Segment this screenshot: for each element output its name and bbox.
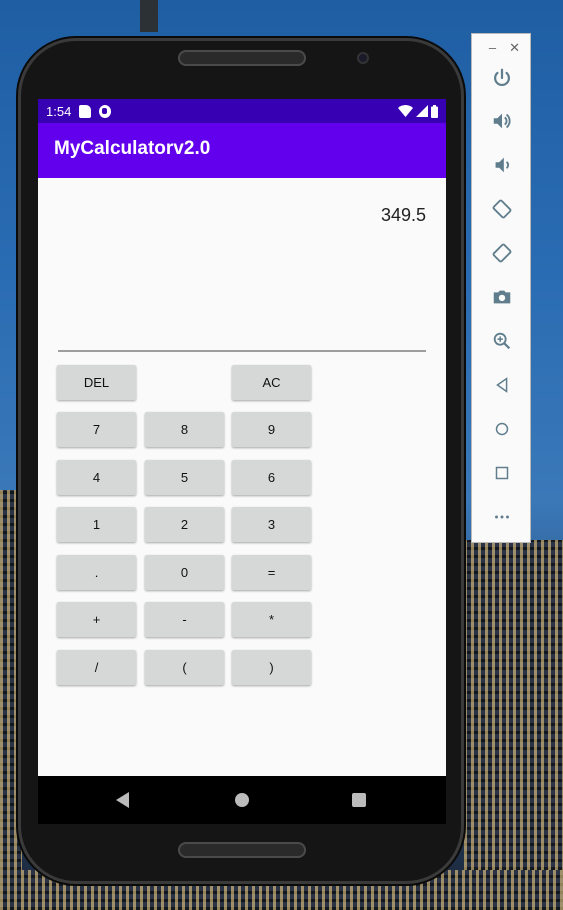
plus-button[interactable]: +: [57, 602, 136, 637]
sd-card-icon: [79, 104, 92, 118]
digit-6-button[interactable]: 6: [232, 460, 311, 495]
close-paren-button[interactable]: ): [232, 650, 311, 685]
power-icon[interactable]: [490, 66, 514, 90]
home-icon[interactable]: [490, 417, 514, 441]
minus-button[interactable]: -: [145, 602, 224, 637]
zoom-icon[interactable]: [490, 329, 514, 353]
digit-7-button[interactable]: 7: [57, 412, 136, 447]
digit-2-button[interactable]: 2: [145, 507, 224, 542]
camera-icon[interactable]: [490, 285, 514, 309]
digit-5-button[interactable]: 5: [145, 460, 224, 495]
status-time: 1:54: [46, 103, 72, 119]
overview-icon[interactable]: [490, 461, 514, 485]
status-bar: 1:54: [38, 99, 446, 123]
battery-icon: [431, 104, 438, 118]
nav-home-icon[interactable]: [235, 793, 249, 807]
del-button[interactable]: DEL: [57, 365, 136, 400]
phone-camera: [357, 52, 369, 64]
background-tower-spire: [140, 0, 158, 32]
app-bar: MyCalculatorv2.0: [38, 123, 446, 178]
nav-back-icon[interactable]: [116, 792, 129, 808]
toolbar-window-controls: – ✕: [489, 40, 520, 56]
navigation-bar: [38, 776, 446, 824]
nav-overview-icon[interactable]: [352, 793, 366, 807]
multiply-button[interactable]: *: [232, 602, 311, 637]
digit-1-button[interactable]: 1: [57, 507, 136, 542]
phone-speaker-bottom: [178, 842, 306, 858]
divide-button[interactable]: /: [57, 650, 136, 685]
digit-0-button[interactable]: 0: [145, 555, 224, 590]
open-paren-button[interactable]: (: [145, 650, 224, 685]
calculator-content: 349.5 DEL AC 7 8 9 4 5 6 1 2 3 . 0 = + -…: [38, 178, 446, 776]
digit-8-button[interactable]: 8: [145, 412, 224, 447]
digit-3-button[interactable]: 3: [232, 507, 311, 542]
result-display: 349.5: [380, 205, 426, 225]
ac-button[interactable]: AC: [232, 365, 311, 400]
status-indicators: [398, 104, 438, 118]
wifi-icon: [398, 105, 413, 117]
digit-4-button[interactable]: 4: [57, 460, 136, 495]
rotate-left-icon[interactable]: [490, 197, 514, 221]
decimal-button[interactable]: .: [57, 555, 136, 590]
signal-icon: [416, 105, 428, 117]
rotate-right-icon[interactable]: [490, 241, 514, 265]
volume-up-icon[interactable]: [490, 109, 514, 133]
notification-icon: [99, 104, 112, 118]
digit-9-button[interactable]: 9: [232, 412, 311, 447]
more-icon[interactable]: [490, 505, 514, 529]
minimize-icon[interactable]: –: [489, 40, 496, 56]
app-title: MyCalculatorv2.0: [54, 138, 211, 159]
display-divider: [58, 350, 426, 352]
phone-screen: 1:54 MyCalculatorv2.0 349.5 DEL AC 7 8 9…: [38, 99, 446, 824]
equals-button[interactable]: =: [232, 555, 311, 590]
phone-speaker-top: [178, 50, 306, 66]
close-icon[interactable]: ✕: [509, 40, 520, 56]
volume-down-icon[interactable]: [490, 153, 514, 177]
back-icon[interactable]: [490, 373, 514, 397]
background-building-right: [464, 540, 563, 910]
emulator-toolbar: – ✕: [471, 33, 531, 543]
